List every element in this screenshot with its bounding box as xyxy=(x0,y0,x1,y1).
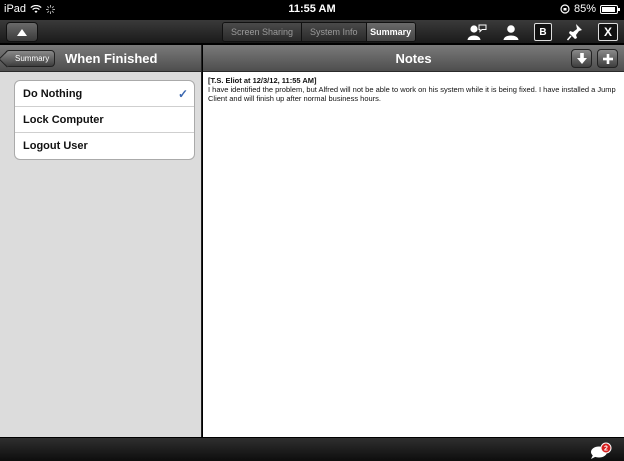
tab-screen-sharing[interactable]: Screen Sharing xyxy=(223,23,303,41)
x-icon[interactable]: X xyxy=(598,23,618,41)
tab-summary[interactable]: Summary xyxy=(366,23,415,41)
option-label: Lock Computer xyxy=(23,113,104,126)
chat-bubble-icon: 2 xyxy=(591,442,612,459)
add-note-button[interactable] xyxy=(597,49,618,68)
option-logout-user[interactable]: Logout User xyxy=(15,133,194,159)
battery-percent: 85% xyxy=(573,3,596,15)
option-do-nothing[interactable]: Do Nothing ✓ xyxy=(15,81,194,107)
user-chat-icon[interactable] xyxy=(466,21,488,43)
option-label: Do Nothing xyxy=(23,87,83,100)
checkmark-icon: ✓ xyxy=(177,86,188,101)
note-text: I have identified the problem, but Alfre… xyxy=(208,85,616,103)
bottom-bar: 2 xyxy=(0,437,624,461)
rotation-lock-icon xyxy=(560,4,570,14)
status-bar: iPad 11:55 AM 85% xyxy=(0,0,624,20)
tab-system-info[interactable]: System Info xyxy=(302,23,367,41)
user-icon[interactable] xyxy=(500,21,522,43)
note-author: [T.S. Eliot at 12/3/12, 11:55 AM] xyxy=(208,76,317,85)
when-finished-panel: Summary When Finished Do Nothing ✓ Lock … xyxy=(0,45,202,437)
notes-panel: Notes [T.S. Eliot at 12/3/12, 11:55 AM] … xyxy=(203,45,624,437)
sidebar-header: Summary When Finished xyxy=(0,45,201,72)
option-lock-computer[interactable]: Lock Computer xyxy=(15,107,194,133)
notes-header: Notes xyxy=(203,45,624,72)
chat-button[interactable]: 2 xyxy=(590,442,612,460)
note-entry: [T.S. Eliot at 12/3/12, 11:55 AM] I have… xyxy=(203,72,624,107)
battery-icon xyxy=(600,4,620,14)
triangle-up-icon xyxy=(17,28,27,36)
download-button[interactable] xyxy=(571,49,592,68)
arrow-down-icon xyxy=(576,53,587,64)
back-button-label: Summary xyxy=(15,54,50,63)
view-tabs: Screen Sharing System Info Summary xyxy=(222,22,416,42)
pin-icon[interactable] xyxy=(564,21,586,43)
status-right: 85% xyxy=(560,3,620,15)
option-label: Logout User xyxy=(23,140,88,152)
plus-icon xyxy=(602,53,613,64)
chat-badge-count: 2 xyxy=(604,446,608,453)
toolbar-actions: B X xyxy=(466,21,618,43)
sidebar-title: When Finished xyxy=(65,51,158,66)
toolbar: Screen Sharing System Info Summary B X xyxy=(0,20,624,44)
summary-back-button[interactable]: Summary xyxy=(5,50,56,67)
finish-options-list: Do Nothing ✓ Lock Computer Logout User xyxy=(14,80,195,160)
b-icon[interactable]: B xyxy=(534,23,552,41)
notes-title: Notes xyxy=(395,51,432,66)
menu-up-button[interactable] xyxy=(6,22,38,42)
status-time: 11:55 AM xyxy=(288,3,336,15)
